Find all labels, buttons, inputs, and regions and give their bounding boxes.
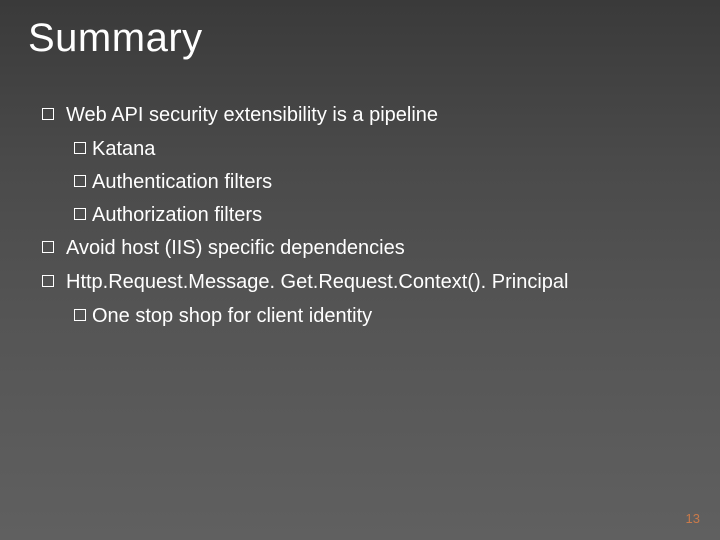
bullet-text: Avoid host (IIS) specific dependencies bbox=[66, 233, 680, 263]
square-bullet-icon bbox=[42, 108, 54, 120]
sub-bullet-text: Authentication filters bbox=[92, 167, 272, 197]
square-bullet-icon bbox=[74, 175, 86, 187]
slide-content: Web API security extensibility is a pipe… bbox=[42, 100, 680, 334]
square-bullet-icon bbox=[74, 208, 86, 220]
bullet-text: Http.Request.Message. Get.Request.Contex… bbox=[66, 267, 680, 297]
sub-bullet-text: Katana bbox=[92, 134, 155, 164]
bullet-item: Http.Request.Message. Get.Request.Contex… bbox=[42, 267, 680, 297]
sub-bullet-item: Authorization filters bbox=[74, 200, 680, 230]
square-bullet-icon bbox=[74, 309, 86, 321]
square-bullet-icon bbox=[42, 241, 54, 253]
square-bullet-icon bbox=[42, 275, 54, 287]
slide-title: Summary bbox=[28, 16, 203, 61]
page-number: 13 bbox=[686, 511, 700, 526]
sub-bullet-item: Katana bbox=[74, 134, 680, 164]
sub-bullet-text: One stop shop for client identity bbox=[92, 301, 372, 331]
square-bullet-icon bbox=[74, 142, 86, 154]
bullet-text: Web API security extensibility is a pipe… bbox=[66, 100, 680, 130]
bullet-item: Web API security extensibility is a pipe… bbox=[42, 100, 680, 130]
sub-bullet-item: One stop shop for client identity bbox=[74, 301, 680, 331]
sub-bullet-item: Authentication filters bbox=[74, 167, 680, 197]
sub-bullet-text: Authorization filters bbox=[92, 200, 262, 230]
bullet-item: Avoid host (IIS) specific dependencies bbox=[42, 233, 680, 263]
